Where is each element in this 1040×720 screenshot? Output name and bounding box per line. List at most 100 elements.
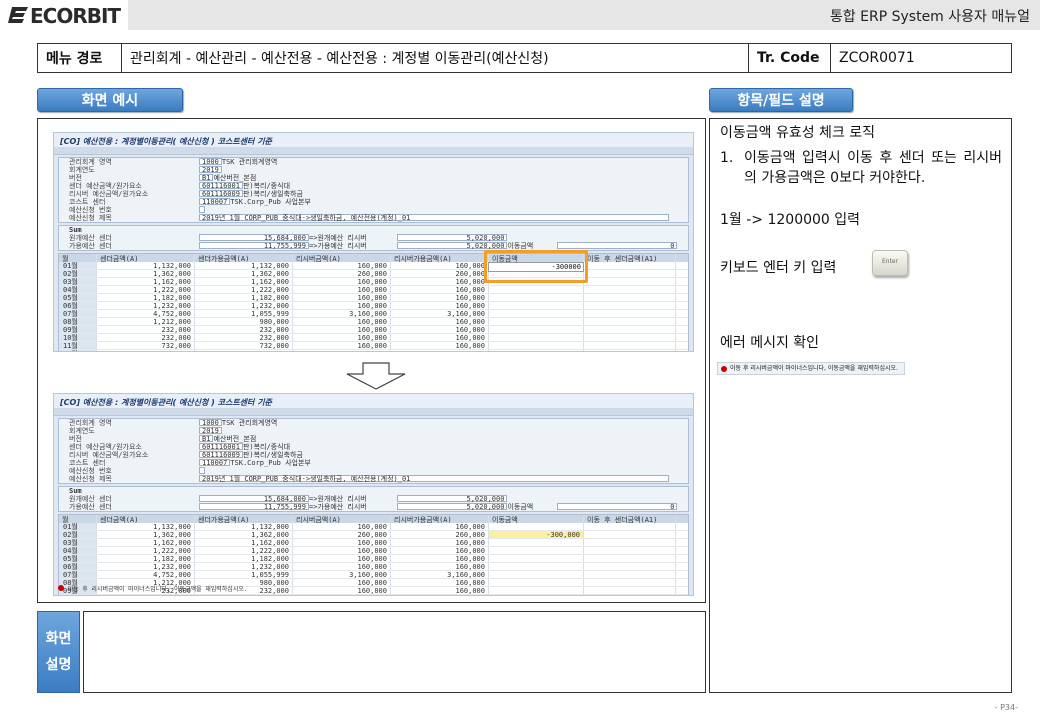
sap-field-value[interactable]: 110007	[199, 459, 231, 467]
table-row: 08월 1,212,000 980,000 160,000 160,000	[59, 318, 688, 326]
table-row: 11월 732,000 732,000 160,000 160,000	[59, 342, 688, 350]
table-cell: 160,000	[391, 579, 489, 586]
sap-field-row: 회계연도 2019	[59, 427, 688, 435]
table-cell: 1,132,000	[195, 523, 293, 530]
table-header: 월 센더금액(A) 센더가용금액(A) 리시버금액(A) 리시버가용금액(A) 이동금액 이…	[59, 515, 688, 523]
table-cell: 4,752,000	[97, 571, 195, 578]
sap-field-desc: TSK.Corp_Pub 사업본부	[230, 198, 311, 206]
sap2-status-text: 이동 후 리시버금액이 마이너스입니다, 이동금액을 재입력하십시오.	[67, 586, 248, 593]
table-move-cell[interactable]	[489, 595, 584, 596]
table-cell: 260,000	[391, 531, 489, 538]
table-move-cell[interactable]	[489, 587, 584, 594]
sap-sum-value: 11,755,999	[199, 242, 309, 250]
step-enter: 키보드 엔터 키 입력	[720, 260, 837, 276]
sap-sum-value: 5,020,000	[397, 234, 508, 242]
table-move-cell[interactable]	[489, 334, 584, 341]
sap-field-value[interactable]: 1000	[199, 419, 222, 427]
table-cell: 232,000	[97, 595, 195, 596]
table-row: 04월 1,222,000 1,222,000 160,000 160,000	[59, 547, 688, 555]
table-after-cell	[584, 595, 676, 596]
sap-sum-value: 11,755,999	[199, 503, 309, 511]
page-number: - P34-	[994, 703, 1018, 712]
table-move-cell[interactable]	[489, 547, 584, 554]
sap-sum-value: 5,020,000	[397, 503, 508, 511]
table-move-cell[interactable]	[489, 539, 584, 546]
sap-field-value[interactable]	[199, 467, 205, 474]
sap-field-label: 관리회계 영역	[69, 419, 112, 427]
sap-sum-row: 가용예산 센더 11,755,999 => 가용예산 리시버 5,020,000 이…	[59, 503, 688, 511]
screen-example-header: 화면 예시	[37, 88, 183, 112]
sap-field-value[interactable]: B1	[199, 174, 214, 182]
sap-field-row: 센더 예산금액/원가요소 601116001 판)복리/중식대	[59, 182, 688, 190]
table-cell: 09월	[59, 326, 97, 333]
table-cell: 3,160,000	[391, 310, 489, 317]
sap-field-value[interactable]: 2019년 1월 CORP_PUB 중식대->생일축하금, 예산전용(계정)_0…	[199, 214, 669, 222]
table-move-cell[interactable]	[489, 555, 584, 562]
table-header-cell: 이동 후 센더금액(A1)	[584, 254, 676, 262]
table-cell: 1,162,000	[97, 278, 195, 285]
table-cell: 1,362,000	[97, 531, 195, 538]
table-row: 02월 1,362,000 1,362,000 260,000 260,000	[59, 270, 688, 278]
table-cell: 232,000	[97, 326, 195, 333]
sap-field-value[interactable]: 601116001	[199, 443, 243, 451]
table-cell: 1,362,000	[195, 531, 293, 538]
sap-field-label: 센더 예산금액/원가요소	[69, 182, 142, 190]
table-cell: 160,000	[293, 342, 391, 349]
table-move-cell[interactable]	[489, 563, 584, 570]
table-move-cell[interactable]	[489, 350, 584, 351]
sap-field-value[interactable]: 2019	[199, 166, 222, 174]
sap-field-row: 예산신청 번호	[59, 467, 688, 475]
sap-field-value[interactable]: B1	[199, 435, 214, 443]
table-cell: 160,000	[293, 547, 391, 554]
sap-field-value[interactable]: 2019년 1월 CORP_PUB 중식대->생일축하금, 예산전용(계정)_0…	[199, 475, 669, 483]
sap-field-value[interactable]: 110007	[199, 198, 231, 206]
sap-field-row: 리시버 예산금액/원가요소 601116009 판)복리/생일축하금	[59, 451, 688, 459]
sap-field-value[interactable]: 601116009	[199, 451, 243, 459]
sap-field-value[interactable]	[199, 206, 205, 213]
sap-field-value[interactable]: 601116001	[199, 182, 243, 190]
table-header-cell: 리시버가용금액(A)	[391, 515, 489, 523]
sap-field-value[interactable]: 1000	[199, 158, 222, 166]
table-cell: 160,000	[391, 555, 489, 562]
table-cell: 980,000	[195, 318, 293, 325]
table-move-cell[interactable]	[489, 342, 584, 349]
table-cell: 05월	[59, 555, 97, 562]
sap-field-value[interactable]: 601116009	[199, 190, 243, 198]
table-move-cell[interactable]	[489, 326, 584, 333]
table-move-cell[interactable]	[489, 579, 584, 586]
menu-path-label: 메뉴 경로	[38, 44, 122, 72]
table-move-cell[interactable]	[489, 294, 584, 301]
sap-field-desc: 판)복리/생일축하금	[242, 451, 303, 459]
table-move-cell[interactable]	[489, 286, 584, 293]
sap-field-desc: TSK 관리회계영역	[221, 158, 278, 166]
table-move-cell[interactable]	[489, 523, 584, 530]
table-move-cell[interactable]	[489, 302, 584, 309]
sap-field-label: 예산신청 제목	[69, 214, 112, 222]
sap-field-value[interactable]: 2019	[199, 427, 222, 435]
sap-sum-label: 가용예산 센더	[69, 503, 112, 511]
logic-heading: 이동금액 유효성 체크 로직	[720, 125, 876, 141]
table-move-cell[interactable]	[489, 571, 584, 578]
table-cell: 732,000	[195, 342, 293, 349]
table-cell: 01월	[59, 262, 97, 269]
table-after-cell	[584, 334, 676, 341]
field-desc-header: 항목/필드 설명	[709, 88, 853, 112]
table-cell: 160,000	[293, 294, 391, 301]
table-cell: 1,055,999	[195, 310, 293, 317]
sap-sum-value: 5,020,000	[397, 242, 508, 250]
sap-field-row: 버전 B1 예산버전_본점	[59, 174, 688, 182]
sap-sum-label: 가용예산 리시버	[317, 503, 367, 511]
table-move-cell[interactable]	[489, 318, 584, 325]
table-cell: 732,000	[97, 342, 195, 349]
sap-field-label: 예산신청 번호	[69, 206, 112, 214]
table-cell: 1,162,000	[195, 278, 293, 285]
table-after-cell	[584, 350, 676, 351]
sap-sum-row: 원개예산 센더 15,684,000 => 원개예산 리시버 5,020,000	[59, 495, 688, 503]
table-row: 05월 1,182,000 1,182,000 160,000 160,000	[59, 555, 688, 563]
table-cell: 1,132,000	[97, 262, 195, 269]
table-move-cell[interactable]	[489, 310, 584, 317]
sap1-move-input[interactable]: -300000	[488, 262, 584, 272]
table-row: 01월 1,132,000 1,132,000 160,000 160,000	[59, 523, 688, 531]
table-move-cell[interactable]: -300,000	[489, 531, 584, 538]
table-cell: 1,182,000	[97, 294, 195, 301]
